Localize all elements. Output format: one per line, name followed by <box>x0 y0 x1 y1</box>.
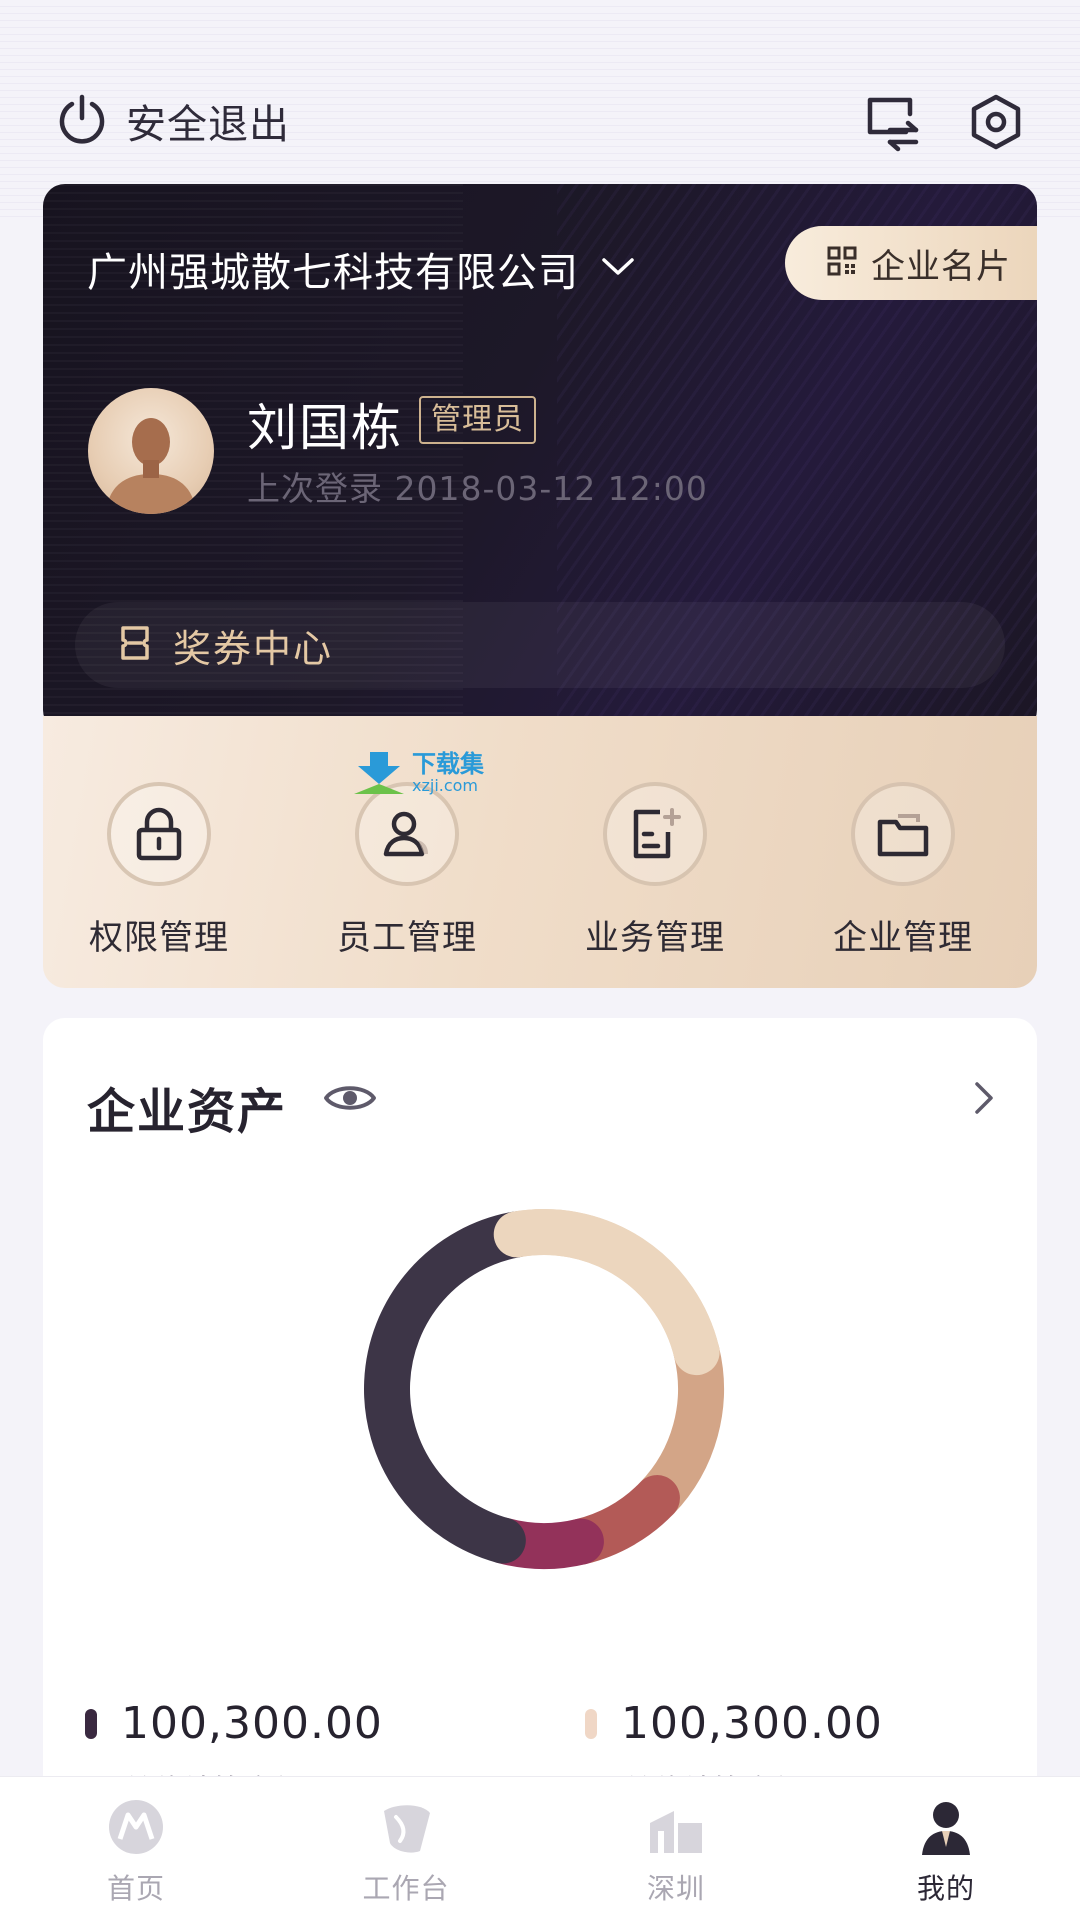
switch-icon[interactable] <box>862 92 922 152</box>
enterprise-management-label: 企业管理 <box>833 918 973 958</box>
nav-workbench-label: 工作台 <box>362 1872 450 1905</box>
chevron-right-icon[interactable] <box>973 1080 995 1120</box>
watermark-arrow-icon <box>354 752 404 794</box>
voucher-center-label: 奖券中心 <box>173 626 334 671</box>
folder-icon <box>851 782 955 886</box>
profile-icon <box>916 1797 976 1857</box>
permission-management-button[interactable]: 权限管理 <box>59 782 259 959</box>
user-name: 刘国栋 <box>247 399 403 457</box>
permission-management-label: 权限管理 <box>89 918 229 958</box>
donut-slice-5 <box>364 1211 540 1564</box>
company-name: 广州强城散七科技有限公司 <box>87 250 579 296</box>
watermark-site: xzji.com <box>412 776 479 795</box>
role-badge: 管理员 <box>419 396 536 444</box>
company-selector[interactable]: 广州强城散七科技有限公司 <box>87 240 635 298</box>
employee-management-button[interactable]: 员工管理 <box>307 782 507 959</box>
legend-dot-1 <box>85 1708 97 1739</box>
business-management-button[interactable]: 业务管理 <box>555 782 755 959</box>
company-card: 广州强城散七科技有限公司 企业名片 刘国栋 管理员 上次登录 2018-03-1… <box>43 184 1037 732</box>
home-logo-icon <box>106 1797 166 1857</box>
employee-management-label: 员工管理 <box>337 918 477 958</box>
user-icon <box>355 782 459 886</box>
top-bar: 安全退出 <box>0 0 1080 180</box>
nav-home[interactable]: 首页 <box>36 1797 236 1907</box>
document-add-icon <box>603 782 707 886</box>
power-icon <box>58 94 106 148</box>
legend-dot-2 <box>585 1708 597 1739</box>
donut-slice-1-cap <box>493 1209 720 1376</box>
settings-icon[interactable] <box>968 92 1028 152</box>
voucher-center-button[interactable]: 奖券中心 <box>75 602 1005 688</box>
nav-workbench[interactable]: 工作台 <box>306 1797 506 1907</box>
watermark-logo: 下载集 xzji.com <box>350 750 484 796</box>
watermark-title: 下载集 <box>412 750 484 778</box>
logout-button[interactable]: 安全退出 <box>58 92 290 150</box>
nav-profile-label: 我的 <box>916 1872 975 1905</box>
business-card-label: 企业名片 <box>871 246 1011 287</box>
nav-city[interactable]: 深圳 <box>576 1797 776 1907</box>
asset-stat-2: 100,300.00 <box>585 1698 883 1749</box>
lock-icon <box>107 782 211 886</box>
workbench-icon <box>376 1797 436 1857</box>
nav-home-label: 首页 <box>106 1872 165 1905</box>
avatar[interactable] <box>88 388 214 514</box>
qr-code-icon <box>827 246 857 280</box>
last-login-text: 上次登录 2018-03-12 12:00 <box>247 469 708 508</box>
asset-stat-1: 100,300.00 <box>85 1698 383 1749</box>
nav-city-label: 深圳 <box>646 1872 705 1905</box>
ticket-icon <box>119 624 151 666</box>
logout-label: 安全退出 <box>126 102 290 148</box>
business-management-label: 业务管理 <box>585 918 725 958</box>
asset-stat-value-1: 100,300.00 <box>121 1698 383 1749</box>
eye-icon[interactable] <box>323 1080 377 1120</box>
assets-title: 企业资产 <box>87 1084 288 1140</box>
asset-stat-value-2: 100,300.00 <box>621 1698 883 1749</box>
chevron-down-icon <box>601 257 635 281</box>
nav-profile[interactable]: 我的 <box>846 1797 1046 1907</box>
bottom-nav: 首页 工作台 深圳 我的 <box>0 1776 1080 1920</box>
management-panel: 权限管理 员工管理 业务管理 企业管理 <box>43 716 1037 988</box>
business-card-button[interactable]: 企业名片 <box>785 226 1037 300</box>
city-icon <box>646 1797 706 1857</box>
assets-donut-chart <box>364 1209 724 1569</box>
enterprise-management-button[interactable]: 企业管理 <box>803 782 1003 959</box>
